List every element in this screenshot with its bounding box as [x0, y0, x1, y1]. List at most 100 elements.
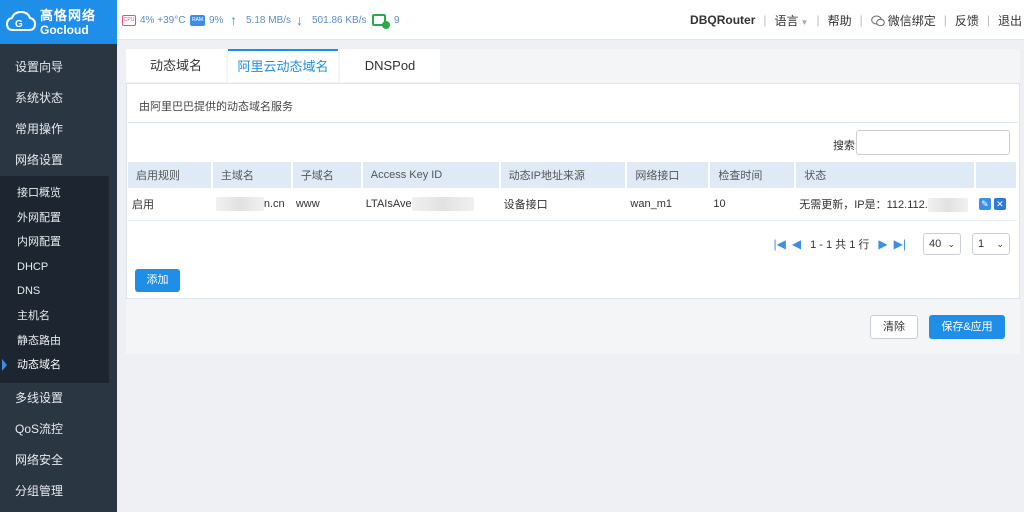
rules-panel: 搜索: 启用规则 主域名 子域名 Access Key ID 动态IP地址来源 … — [128, 122, 1019, 297]
download-value: 501.86 KB/s — [312, 14, 367, 26]
cpu-value: 4% +39°C — [140, 14, 186, 26]
page-value: 1 — [978, 238, 985, 250]
cell-domain-text: n.cn — [263, 197, 285, 210]
add-button[interactable]: 添加 — [135, 269, 180, 292]
brand-name-en: Gocloud — [40, 22, 89, 37]
edit-icon[interactable]: ✎ — [978, 197, 991, 210]
ram-icon: RAM — [190, 14, 205, 26]
sidebar-item-qos[interactable]: QoS流控 — [0, 414, 117, 445]
cell-access-key-text: LTAIsAve — [365, 197, 412, 210]
redacted-block — [927, 197, 968, 212]
tab-aliyun-ddns[interactable]: 阿里云动态域名 — [228, 49, 338, 82]
top-right-menu: DBQRouter | 语言 ▼ | 帮助 | 微信绑定 | 反馈 | 退出 — [690, 0, 1024, 40]
sidebar-item-network-settings[interactable]: 网络设置 — [0, 145, 117, 176]
table-row: 启用 n.cn www LTAIsAve 设备接口 wan_m1 10 无需更新… — [128, 188, 1017, 221]
devices-stat: 9 — [372, 13, 400, 29]
cell-subdomain: www — [291, 188, 362, 221]
rules-table: 启用规则 主域名 子域名 Access Key ID 动态IP地址来源 网络接口… — [128, 162, 1019, 221]
redacted-block — [411, 196, 474, 211]
sidebar-subitem-hostname[interactable]: 主机名 — [0, 304, 109, 329]
sidebar: G 高恪网络 Gocloud 设置向导 系统状态 常用操作 网络设置 接口概览 … — [0, 0, 117, 512]
sidebar-item-system-status[interactable]: 系统状态 — [0, 83, 117, 114]
svg-text:G: G — [15, 19, 23, 30]
sidebar-item-multiline[interactable]: 多线设置 — [0, 383, 117, 414]
wechat-icon — [870, 15, 885, 27]
sidebar-item-setup-wizard[interactable]: 设置向导 — [0, 52, 117, 83]
sidebar-subitem-static-route[interactable]: 静态路由 — [0, 329, 109, 354]
sidebar-item-group-management[interactable]: 分组管理 — [0, 476, 117, 507]
cpu-icon: CPU — [122, 14, 136, 26]
brand-name-cn: 高恪网络 — [40, 7, 97, 23]
ram-stat: RAM 9% — [190, 13, 223, 27]
cell-access-key: LTAIsAve — [361, 188, 500, 221]
col-enabled[interactable]: 启用规则 — [128, 162, 213, 188]
col-check-time[interactable]: 检查时间 — [709, 162, 797, 188]
col-interface[interactable]: 网络接口 — [626, 162, 711, 188]
col-access-key[interactable]: Access Key ID — [361, 162, 501, 188]
page-select[interactable]: 1 ⌄ — [972, 233, 1010, 255]
page-size-value: 40 — [929, 238, 942, 250]
logout-link[interactable]: 退出 — [998, 12, 1022, 29]
sidebar-subitem-dhcp[interactable]: DHCP — [0, 255, 109, 280]
main-content: 动态域名 阿里云动态域名 DNSPod 由阿里巴巴提供的动态域名服务 搜索: 启… — [126, 49, 1020, 354]
page-size-select[interactable]: 40 ⌄ — [923, 233, 961, 255]
tab-bar: 动态域名 阿里云动态域名 DNSPod — [126, 49, 442, 82]
sidebar-subitem-lan-config[interactable]: 内网配置 — [0, 230, 109, 255]
cpu-stat: CPU 4% +39°C — [122, 13, 185, 27]
upload-value: 5.18 MB/s — [246, 14, 292, 26]
sidebar-subitem-ddns[interactable]: 动态域名 — [0, 353, 109, 378]
logo[interactable]: G 高恪网络 Gocloud — [0, 0, 117, 44]
col-status[interactable]: 状态 — [795, 162, 976, 188]
upload-arrow-icon: ↑ — [230, 11, 237, 28]
language-dropdown[interactable]: 语言 ▼ — [775, 12, 809, 29]
download-stat: ↓ 501.86 KB/s — [296, 13, 366, 27]
sidebar-item-network-security[interactable]: 网络安全 — [0, 445, 117, 476]
tab-ddns[interactable]: 动态域名 — [126, 49, 226, 82]
chevron-down-icon: ⌄ — [996, 238, 1004, 249]
chevron-down-icon: ⌄ — [947, 238, 955, 249]
clear-button[interactable]: 清除 — [870, 315, 918, 339]
wechat-label: 微信绑定 — [887, 13, 936, 28]
next-page-icon[interactable]: ▶ — [878, 237, 887, 251]
col-ip-source[interactable]: 动态IP地址来源 — [499, 162, 628, 188]
pagination-summary: 1 - 1 共 1 行 — [810, 239, 870, 251]
tab-dnspod[interactable]: DNSPod — [340, 49, 440, 82]
chevron-down-icon: ▼ — [800, 17, 809, 27]
upload-stat: ↑ 5.18 MB/s — [230, 13, 291, 27]
table-header: 启用规则 主域名 子域名 Access Key ID 动态IP地址来源 网络接口… — [128, 162, 1019, 188]
network-submenu: 接口概览 外网配置 内网配置 DHCP DNS 主机名 静态路由 动态域名 — [0, 176, 109, 383]
separator: | — [943, 13, 947, 27]
prev-page-icon[interactable]: ◀ — [792, 237, 801, 251]
col-domain[interactable]: 主域名 — [211, 162, 293, 188]
cell-ip-source: 设备接口 — [499, 188, 627, 221]
download-arrow-icon: ↓ — [296, 11, 303, 28]
last-page-icon[interactable]: ▶| — [894, 237, 906, 251]
wechat-bind-link[interactable]: 微信绑定 — [870, 12, 936, 29]
help-link[interactable]: 帮助 — [828, 12, 852, 29]
cell-domain: n.cn — [211, 188, 292, 221]
topbar: CPU 4% +39°C RAM 9% ↑ 5.18 MB/s ↓ 501.86… — [117, 0, 1024, 40]
first-page-icon[interactable]: |◀ — [774, 237, 786, 251]
separator: | — [986, 13, 990, 27]
cell-check-time: 10 — [709, 188, 796, 221]
feedback-link[interactable]: 反馈 — [955, 12, 979, 29]
separator: | — [816, 13, 820, 27]
sidebar-subitem-wan-config[interactable]: 外网配置 — [0, 206, 109, 231]
language-label: 语言 — [774, 13, 799, 28]
save-apply-button[interactable]: 保存&应用 — [929, 315, 1005, 339]
col-subdomain[interactable]: 子域名 — [291, 162, 363, 188]
sidebar-item-common-ops[interactable]: 常用操作 — [0, 114, 117, 145]
devices-value: 9 — [394, 14, 400, 26]
redacted-block — [215, 196, 264, 211]
cell-actions: ✎ ✕ — [974, 188, 1017, 221]
ram-value: 9% — [209, 14, 224, 26]
cloud-logo-icon: G — [6, 10, 36, 34]
separator: | — [763, 13, 767, 27]
search-input[interactable] — [856, 130, 1010, 155]
search-label: 搜索: — [832, 140, 858, 152]
sidebar-subitem-dns[interactable]: DNS — [0, 279, 109, 304]
delete-icon[interactable]: ✕ — [993, 197, 1006, 210]
cell-interface: wan_m1 — [626, 188, 710, 221]
sidebar-subitem-interface-overview[interactable]: 接口概览 — [0, 181, 109, 206]
pagination: |◀ ◀ 1 - 1 共 1 行 ▶ ▶| 40 ⌄ 1 ⌄ — [771, 233, 1010, 255]
